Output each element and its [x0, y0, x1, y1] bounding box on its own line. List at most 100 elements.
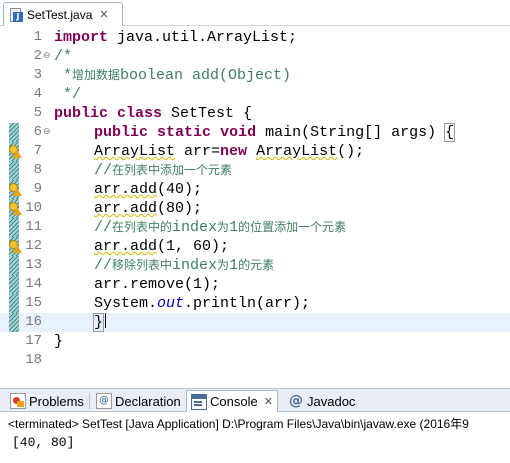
code-token: }: [92, 313, 105, 332]
code-token: 在列表中的: [112, 221, 173, 235]
code-line[interactable]: 5 public class SetTest {: [0, 104, 510, 123]
code-token: ();: [337, 143, 365, 160]
tab-problems[interactable]: Problems: [6, 390, 90, 412]
java-file-icon: J: [9, 7, 23, 22]
code-token: System.: [94, 295, 158, 312]
change-marker: [9, 123, 19, 142]
code-text: //移除列表中index为1的元素: [94, 256, 274, 275]
code-token: new: [220, 143, 248, 160]
code-token: arr.remove(1);: [94, 276, 221, 293]
code-text: //在列表中的index为1的位置添加一个元素: [94, 218, 346, 237]
code-text: arr.add(1, 60);: [94, 237, 229, 256]
code-token: public: [54, 105, 109, 122]
line-number: 15: [25, 295, 42, 311]
code-token: //: [94, 219, 113, 236]
code-token: /*: [54, 48, 73, 65]
code-line[interactable]: 1 import java.util.ArrayList;: [0, 28, 510, 47]
code-token: void: [220, 124, 257, 141]
line-number: 14: [25, 276, 42, 292]
console-output: [40, 80]: [12, 435, 75, 450]
code-token: arr.add: [94, 181, 158, 198]
code-line[interactable]: 10 arr.add(80);: [0, 199, 510, 218]
editor-tab-bar: J SetTest.java ✕: [0, 0, 510, 26]
code-line[interactable]: 17}: [0, 332, 510, 351]
fold-toggle-icon[interactable]: ⊖: [43, 128, 51, 137]
code-line[interactable]: 4 */: [0, 85, 510, 104]
tab-declaration[interactable]: Declaration: [92, 390, 187, 412]
code-line[interactable]: 18: [0, 351, 510, 365]
line-number: 17: [25, 333, 42, 349]
code-line[interactable]: 7 ArrayList arr=new ArrayList();: [0, 142, 510, 161]
code-editor[interactable]: 1 import java.util.ArrayList; 2 ⊖/* 3 *增加数据b…: [0, 27, 510, 365]
code-line[interactable]: 6 ⊖ public static void main(String[] args)…: [0, 123, 510, 142]
fold-toggle-icon[interactable]: ⊖: [43, 52, 51, 61]
line-number: 1: [33, 29, 42, 45]
change-marker: [9, 313, 19, 332]
line-number: 18: [25, 352, 42, 365]
line-number: 13: [25, 257, 42, 273]
code-line[interactable]: 13 //移除列表中index为1的元素: [0, 256, 510, 275]
code-text: arr.add(80);: [94, 199, 202, 218]
line-number: 11: [25, 219, 42, 235]
code-token: arr.add: [94, 238, 158, 255]
code-text: System.out.println(arr);: [94, 294, 310, 313]
console-icon: [191, 393, 207, 410]
code-token: static: [157, 124, 212, 141]
close-icon[interactable]: ✕: [264, 395, 273, 408]
tab-declaration-label: Declaration: [115, 393, 181, 409]
code-text: import java.util.ArrayList;: [54, 28, 297, 47]
code-text: */: [54, 85, 81, 104]
code-text: ArrayList arr=new ArrayList();: [94, 142, 364, 161]
code-text: *增加数据boolean add(Object): [54, 66, 291, 85]
change-marker: [9, 275, 19, 294]
code-token: }: [54, 333, 64, 350]
line-number: 3: [33, 67, 42, 83]
code-line[interactable]: 11 //在列表中的index为1的位置添加一个元素: [0, 218, 510, 237]
code-token: {: [444, 123, 456, 142]
code-text: }: [92, 313, 107, 332]
tab-console-label: Console: [210, 394, 258, 409]
code-text: arr.remove(1);: [94, 275, 220, 294]
code-line[interactable]: 2 ⊖/*: [0, 47, 510, 66]
line-number: 9: [33, 181, 42, 197]
code-token: java.util.ArrayList;: [108, 29, 298, 46]
code-token: //: [94, 162, 113, 179]
editor-tab-title: SetTest.java: [27, 7, 93, 22]
code-token: import: [54, 29, 109, 46]
code-token: ArrayList: [94, 143, 176, 160]
code-token: 增加数据: [72, 69, 121, 83]
code-token: 移除列表中: [112, 259, 173, 273]
tab-console[interactable]: Console ✕: [186, 390, 278, 412]
code-token: out: [157, 295, 185, 312]
code-token: ArrayList: [256, 143, 338, 160]
code-token: index: [172, 257, 218, 274]
code-line[interactable]: 9 arr.add(40);: [0, 180, 510, 199]
line-number: 16: [25, 314, 42, 330]
code-text: }: [54, 332, 63, 351]
code-token: (80);: [157, 200, 203, 217]
code-token: //: [94, 257, 113, 274]
code-token: 1: [229, 219, 239, 236]
code-line[interactable]: 16}: [0, 313, 510, 332]
line-number: 4: [33, 86, 42, 102]
change-marker: [9, 218, 19, 237]
code-text: /*: [54, 47, 72, 66]
code-line[interactable]: 15 System.out.println(arr);: [0, 294, 510, 313]
tab-javadoc-label: Javadoc: [307, 393, 356, 409]
code-token: boolean add(Object): [120, 67, 292, 84]
editor-tab-settest[interactable]: J SetTest.java ✕: [3, 2, 123, 26]
tab-javadoc[interactable]: @ Javadoc: [284, 390, 359, 412]
code-token: 在列表中添加一个元素: [112, 164, 233, 178]
code-line[interactable]: 14 arr.remove(1);: [0, 275, 510, 294]
code-token: arr.add: [94, 200, 158, 217]
code-line[interactable]: 3 *增加数据boolean add(Object): [0, 66, 510, 85]
tab-problems-label: Problems: [29, 393, 84, 409]
line-number: 12: [25, 238, 42, 254]
close-icon[interactable]: ✕: [99, 8, 108, 21]
code-line[interactable]: 8 //在列表中添加一个元素: [0, 161, 510, 180]
code-token: (40);: [157, 181, 203, 198]
code-line[interactable]: 12 arr.add(1, 60);: [0, 237, 510, 256]
